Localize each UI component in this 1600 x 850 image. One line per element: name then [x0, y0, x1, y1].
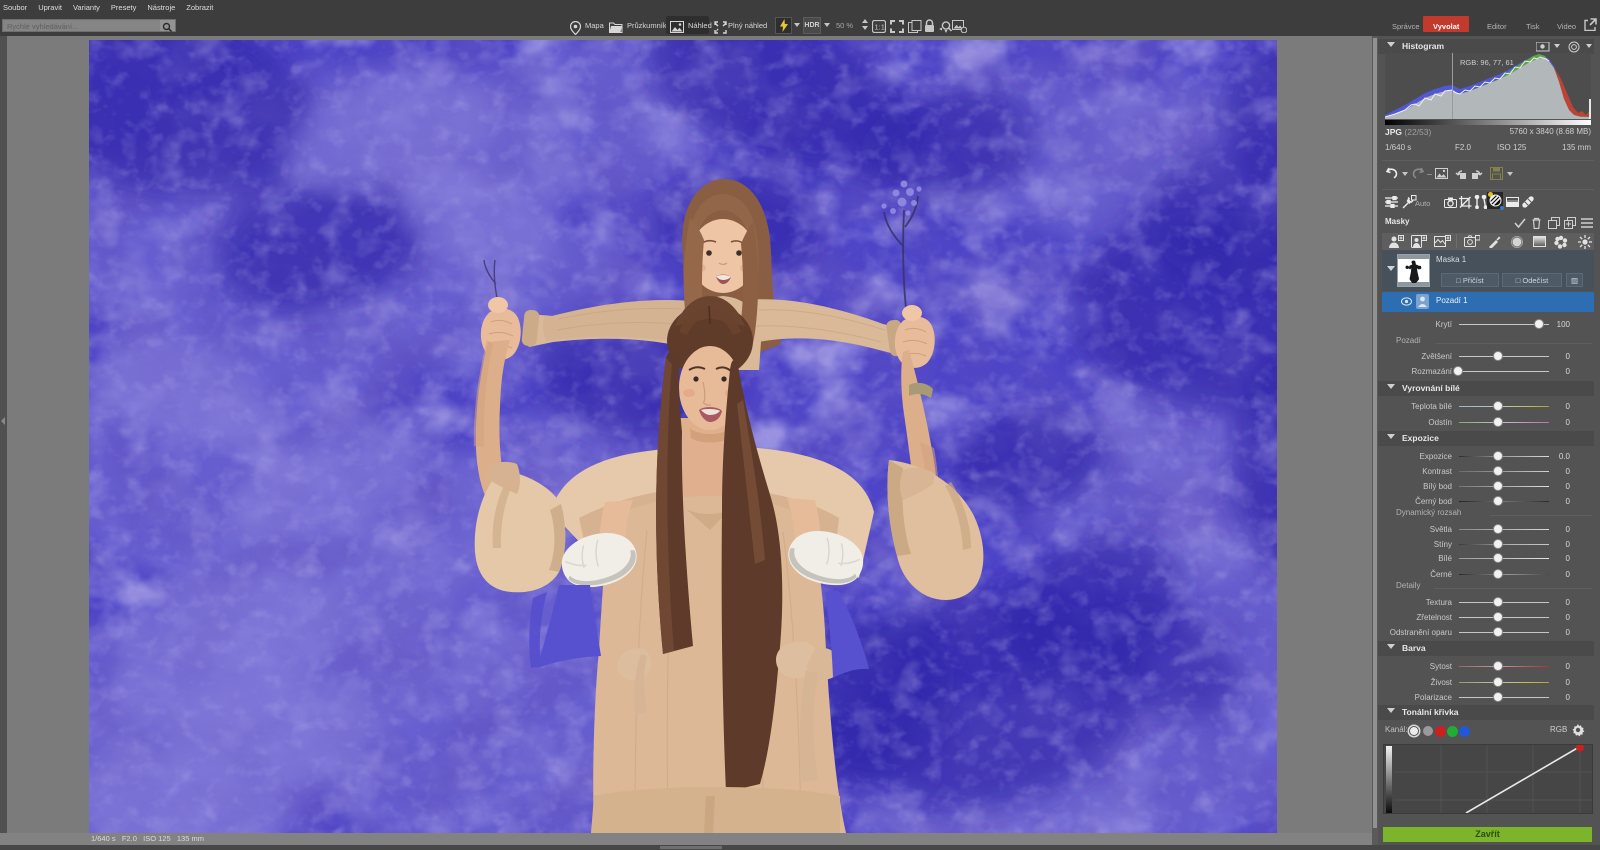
svg-text:1:1: 1:1: [875, 23, 885, 32]
svg-text:RGB: 96, 77, 61: RGB: 96, 77, 61: [1460, 58, 1514, 67]
